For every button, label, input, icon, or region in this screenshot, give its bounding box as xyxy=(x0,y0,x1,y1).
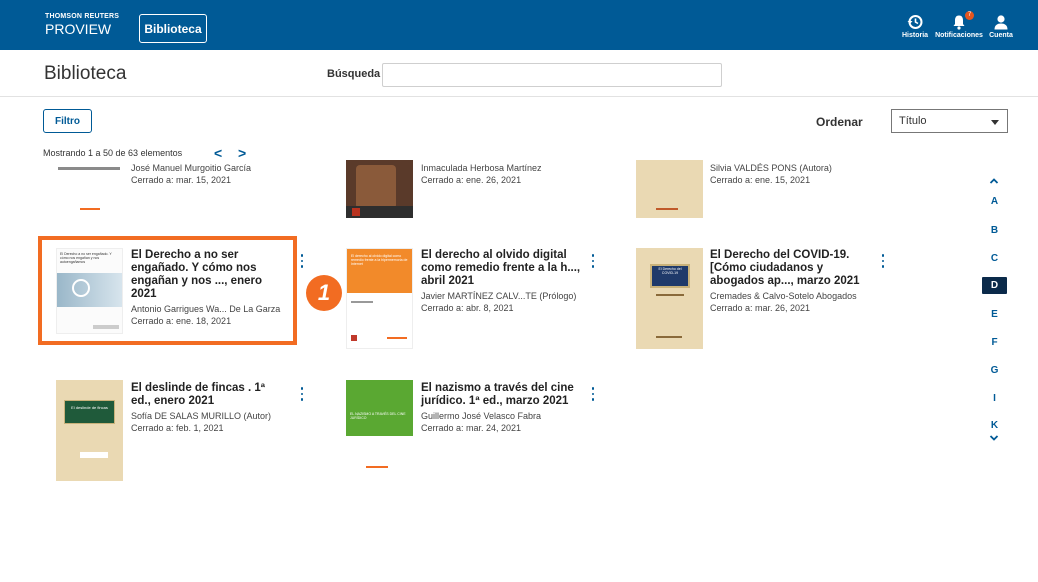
alpha-index-g[interactable]: G xyxy=(982,365,1007,376)
book-closed-date: Cerrado a: mar. 26, 2021 xyxy=(710,303,811,313)
book-closed-date: Cerrado a: ene. 26, 2021 xyxy=(421,175,522,185)
book-author: Javier MARTÍNEZ CALV...TE (Prólogo) xyxy=(421,291,577,301)
alpha-index-i[interactable]: I xyxy=(982,393,1007,404)
book-cover[interactable]: EL NAZISMO A TRAVÉS DEL CINE JURÍDICO xyxy=(346,380,413,481)
header-divider xyxy=(0,96,1038,97)
sort-label: Ordenar xyxy=(816,115,863,129)
book-cover[interactable] xyxy=(58,160,125,216)
book-closed-date: Cerrado a: mar. 15, 2021 xyxy=(131,175,232,185)
book-cover[interactable]: El deslinde de fincas xyxy=(56,380,123,481)
sort-select[interactable]: Título xyxy=(891,109,1008,133)
sort-selected-value: Título xyxy=(899,115,927,127)
results-count: Mostrando 1 a 50 de 63 elementos xyxy=(43,148,183,158)
book-author: Cremades & Calvo-Sotelo Abogados xyxy=(710,291,857,301)
book-cover[interactable] xyxy=(636,160,703,218)
chevron-up-icon[interactable] xyxy=(989,176,999,186)
filter-button[interactable]: Filtro xyxy=(43,109,92,133)
search-label: Búsqueda xyxy=(327,68,381,80)
notifications-label: Notificaciones xyxy=(935,32,983,39)
user-icon xyxy=(994,15,1008,30)
book-title[interactable]: El deslinde de fincas . 1ª ed., enero 20… xyxy=(131,382,286,408)
more-options-icon[interactable] xyxy=(589,387,597,401)
book-title[interactable]: El derecho al olvido digital como remedi… xyxy=(421,249,581,288)
cover-title: El derecho al olvido digital como remedi… xyxy=(351,254,408,266)
top-bar: THOMSON REUTERS PROVIEW Biblioteca Histo… xyxy=(0,0,1038,50)
book-closed-date: Cerrado a: feb. 1, 2021 xyxy=(131,423,224,433)
prev-page-button[interactable]: < xyxy=(214,145,222,161)
step-badge: 1 xyxy=(306,275,342,311)
more-options-icon[interactable] xyxy=(589,254,597,268)
more-options-icon[interactable] xyxy=(879,254,887,268)
history-label: Historia xyxy=(902,32,929,39)
alpha-index-c[interactable]: C xyxy=(982,253,1007,264)
book-author: Sofía DE SALAS MURILLO (Autor) xyxy=(131,411,272,421)
book-title[interactable]: El nazismo a través del cine jurídico. 1… xyxy=(421,382,581,408)
proview-logo[interactable]: THOMSON REUTERS PROVIEW xyxy=(45,13,119,36)
notifications-count-badge: 7 xyxy=(965,11,974,20)
alpha-index-b[interactable]: B xyxy=(982,225,1007,236)
history-button[interactable]: Historia xyxy=(902,14,928,39)
search-input[interactable] xyxy=(382,63,722,87)
book-cover[interactable]: El derecho al olvido digital como remedi… xyxy=(346,248,413,349)
book-author: Guillermo José Velasco Fabra xyxy=(421,411,542,421)
account-button[interactable]: Cuenta xyxy=(988,14,1014,39)
caret-down-icon xyxy=(991,120,999,125)
more-options-icon[interactable] xyxy=(298,387,306,401)
cover-title: El Derecho del COVID-19 xyxy=(658,267,682,275)
more-options-icon[interactable] xyxy=(298,254,306,268)
alpha-index-a[interactable]: A xyxy=(982,196,1007,207)
book-author: Inmaculada Herbosa Martínez xyxy=(421,163,542,173)
cover-title: El deslinde de fincas xyxy=(71,405,108,410)
book-closed-date: Cerrado a: abr. 8, 2021 xyxy=(421,303,514,313)
account-label: Cuenta xyxy=(989,32,1013,39)
book-closed-date: Cerrado a: mar. 24, 2021 xyxy=(421,423,522,433)
page-title: Biblioteca xyxy=(44,63,127,84)
book-title[interactable]: El Derecho del COVID-19. [Cómo ciudadano… xyxy=(710,249,870,288)
highlight-frame xyxy=(38,236,297,345)
alpha-index-e[interactable]: E xyxy=(982,309,1007,320)
library-button[interactable]: Biblioteca xyxy=(139,14,207,43)
book-author: Silvia VALDÉS PONS (Autora) xyxy=(710,163,832,173)
next-page-button[interactable]: > xyxy=(238,145,246,161)
book-author: José Manuel Murgoitio García xyxy=(131,163,252,173)
cover-title: EL NAZISMO A TRAVÉS DEL CINE JURÍDICO xyxy=(350,412,406,420)
history-icon xyxy=(907,15,923,29)
book-cover[interactable]: El Derecho del COVID-19 xyxy=(636,248,703,349)
logo-line2: PROVIEW xyxy=(45,21,112,37)
notifications-button[interactable]: 7 Notificaciones xyxy=(934,11,984,39)
book-cover[interactable] xyxy=(346,160,413,218)
chevron-down-icon[interactable] xyxy=(989,433,999,443)
logo-line1: THOMSON REUTERS xyxy=(45,13,120,20)
alpha-index-f[interactable]: F xyxy=(982,337,1007,348)
alpha-index-k[interactable]: K xyxy=(982,420,1007,431)
alpha-index-d[interactable]: D xyxy=(982,277,1007,294)
book-closed-date: Cerrado a: ene. 15, 2021 xyxy=(710,175,811,185)
